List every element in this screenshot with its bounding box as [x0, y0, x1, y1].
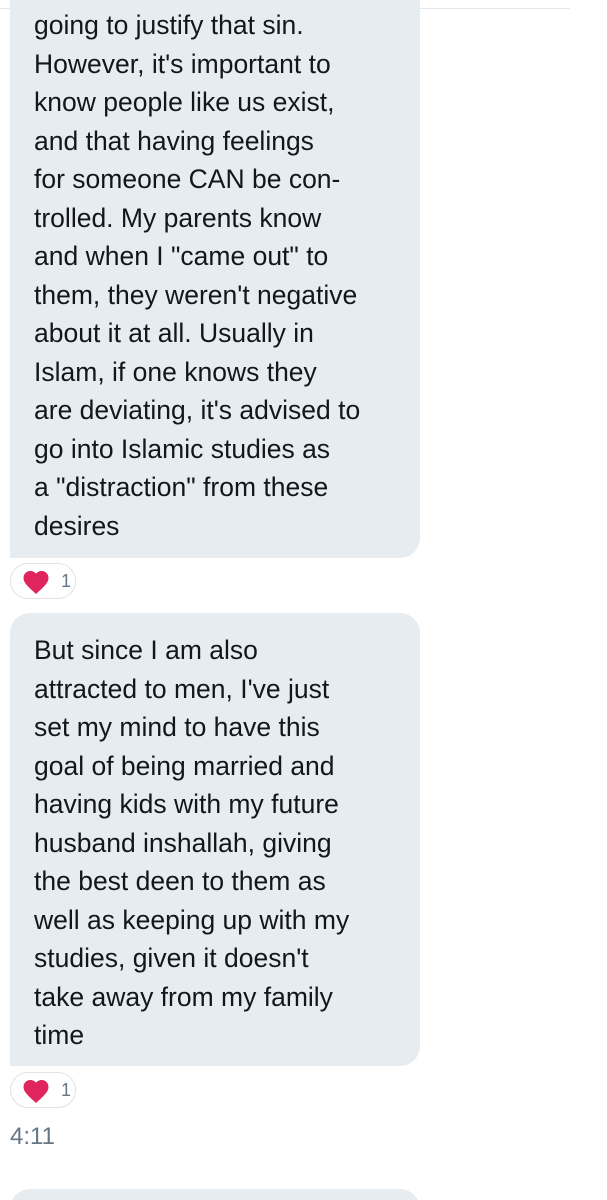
message-bubble[interactable]: But since I am also attracted to men, I'… [10, 613, 420, 1066]
message-line: and that having feelings [34, 125, 314, 156]
reaction-badge[interactable]: 1 [10, 563, 76, 599]
reaction-count: 1 [61, 1079, 72, 1100]
message-line: and when I "came out" to [34, 241, 329, 271]
message-line: But since I am also [34, 635, 258, 665]
message-line: However, it's important to [34, 48, 331, 79]
message-line: husband inshallah, giving [34, 827, 332, 858]
message-bubble[interactable]: going to justify that sin. However, it's… [10, 0, 420, 558]
message-line: desires [34, 510, 120, 541]
message-line: take away from my family [34, 981, 333, 1012]
message-line: about it at all. Usually in [34, 318, 314, 348]
message-line: the best deen to them as [34, 866, 326, 896]
message-line: attracted to men, I've just [34, 673, 330, 704]
heart-icon [21, 567, 51, 595]
message-timestamp: 4:11 [10, 1123, 55, 1150]
message-line: having kids with my future [34, 789, 339, 819]
message-line: going to justify that sin. [34, 10, 304, 40]
message-line: Islam, if one knows they [34, 356, 317, 387]
dm-conversation: going to justify that sin. However, it's… [0, 0, 607, 1200]
reaction-badge[interactable]: 1 [10, 1072, 76, 1108]
heart-icon [21, 1076, 51, 1104]
message-line: well as keeping up with my [34, 904, 350, 935]
message-line: set my mind to have this [34, 712, 320, 742]
message-line: for someone CAN be con- [34, 164, 341, 194]
message-line: know people like us exist, [34, 87, 335, 117]
message-bubble[interactable] [10, 1189, 420, 1200]
message-line: them, they weren't negative [34, 279, 358, 310]
message-line: time [34, 1020, 85, 1050]
message-line: studies, given it doesn't [34, 943, 309, 973]
reaction-count: 1 [61, 570, 72, 591]
message-line: go into Islamic studies as [34, 433, 331, 464]
message-line: goal of being married and [34, 750, 335, 781]
message-line: a "distraction" from these [34, 472, 329, 502]
message-line: trolled. My parents know [34, 202, 322, 233]
message-line: are deviating, it's advised to [34, 395, 361, 425]
